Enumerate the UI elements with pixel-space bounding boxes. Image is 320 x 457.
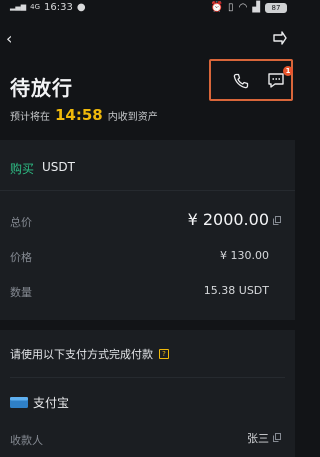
signal-bars-icon: ▟ [252, 2, 260, 13]
vibrate-icon: ▯ [228, 2, 234, 13]
order-asset: USDT [42, 160, 75, 174]
payee-value: 张三 [247, 432, 269, 445]
back-icon[interactable]: ‹ [6, 29, 12, 48]
help-icon[interactable]: ? [159, 349, 169, 359]
divider [10, 377, 285, 378]
clock: 16:33 [44, 2, 73, 13]
contact-actions: 1 [209, 59, 293, 101]
order-details-card: 购买 USDT 总价 ¥ 2000.00 价格 ¥ 130.00 数量 15.3… [0, 140, 295, 320]
subtitle-prefix: 预计将在 [10, 112, 50, 123]
payee-label: 收款人 [10, 434, 43, 447]
payment-instruction: 请使用以下支付方式完成付款 [10, 348, 153, 361]
status-bar: ▂▄▆ 4G 16:33 ● ⏰ ▯ ◠ ▟ 87 [0, 0, 295, 16]
wifi-icon: ◠ [238, 2, 248, 13]
total-label: 总价 [10, 216, 32, 229]
payment-card: 请使用以下支付方式完成付款 ? 支付宝 收款人 张三 [0, 330, 295, 457]
subtitle-suffix: 内收到资产 [107, 112, 158, 123]
phone-icon[interactable] [233, 73, 249, 89]
divider [0, 190, 295, 191]
wechat-notification-icon: ● [76, 2, 86, 13]
page-title: 待放行 [10, 76, 73, 100]
exit-icon[interactable] [273, 31, 287, 45]
chat-unread-badge: 1 [283, 66, 293, 76]
signal-icon: ▂▄▆ [10, 3, 27, 11]
payment-method-row[interactable]: 支付宝 [10, 394, 69, 411]
wallet-icon [10, 397, 28, 408]
top-navigation: ‹ [0, 28, 295, 50]
battery-level: 87 [271, 3, 281, 12]
quantity-value: 15.38 USDT [203, 284, 269, 297]
order-side-row: 购买 USDT [10, 160, 75, 177]
network-label: 4G [30, 3, 41, 11]
quantity-label: 数量 [10, 286, 32, 299]
payment-method-name: 支付宝 [33, 396, 70, 410]
countdown-timer: 14:58 [55, 106, 103, 124]
price-value: ¥ 130.00 [220, 249, 269, 262]
price-label: 价格 [10, 251, 32, 264]
release-countdown: 预计将在 14:58 内收到资产 [10, 106, 158, 124]
total-value: ¥ 2000.00 [187, 210, 269, 229]
payment-instruction-row: 请使用以下支付方式完成付款 ? [10, 346, 169, 362]
copy-icon[interactable] [273, 433, 281, 442]
order-side: 购买 [10, 162, 35, 176]
battery-icon: 87 [265, 2, 287, 13]
copy-icon[interactable] [273, 216, 281, 225]
section-gap [0, 320, 295, 330]
alarm-icon: ⏰ [210, 2, 224, 13]
